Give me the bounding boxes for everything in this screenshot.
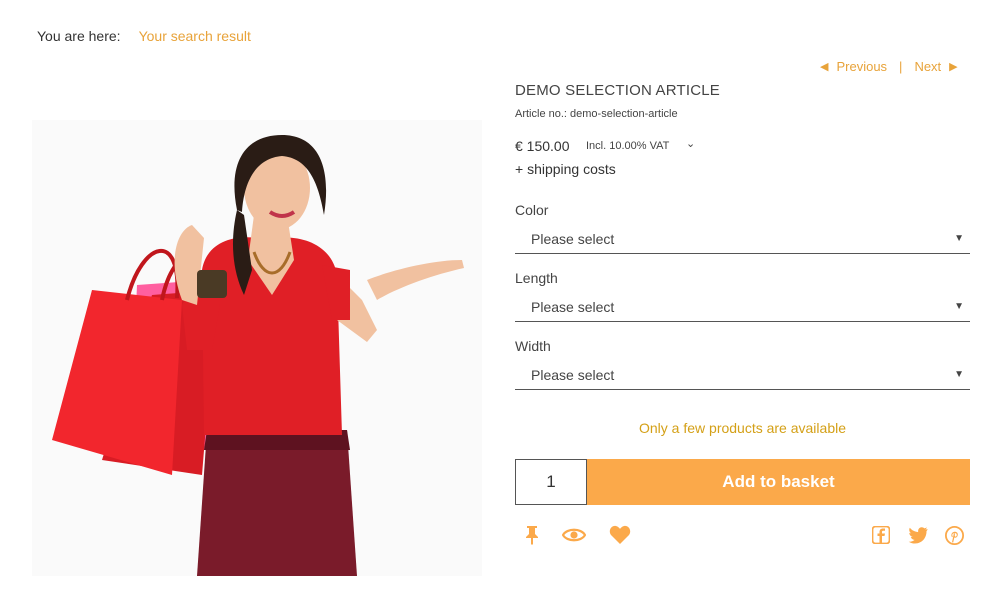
woman-with-shopping-bags-illustration — [32, 120, 482, 576]
chevron-down-icon[interactable]: ⌄ — [686, 137, 695, 150]
twitter-icon[interactable] — [906, 523, 930, 547]
caret-down-icon: ▼ — [954, 233, 964, 244]
color-select-value: Please select — [531, 230, 615, 247]
next-link[interactable]: Next — [914, 59, 941, 74]
caret-down-icon: ▼ — [954, 301, 964, 312]
length-select-value: Please select — [531, 298, 615, 315]
next-arrow-icon[interactable]: ▶ — [949, 60, 957, 73]
product-title: DEMO SELECTION ARTICLE — [515, 82, 721, 99]
width-select[interactable]: Please select ▼ — [515, 360, 970, 390]
bracelet-shape — [197, 270, 227, 298]
article-pager: ◀ Previous | Next ▶ — [812, 59, 966, 74]
breadcrumb-label: You are here: — [37, 28, 121, 44]
breadcrumb-current-link[interactable]: Your search result — [139, 28, 251, 44]
facebook-icon[interactable] — [869, 523, 893, 547]
product-image[interactable] — [32, 120, 482, 576]
width-select-value: Please select — [531, 366, 615, 383]
pin-icon[interactable] — [520, 523, 544, 547]
add-to-basket-button[interactable]: Add to basket — [587, 459, 970, 505]
color-label: Color — [515, 202, 549, 218]
article-number: Article no.: demo-selection-article — [515, 108, 678, 120]
breadcrumb: You are here: Your search result — [37, 28, 251, 44]
eye-icon[interactable] — [562, 523, 586, 547]
length-select[interactable]: Please select ▼ — [515, 292, 970, 322]
heart-icon[interactable] — [608, 523, 632, 547]
product-price: € 150.00 — [515, 138, 570, 154]
quantity-input[interactable]: 1 — [515, 459, 587, 505]
width-label: Width — [515, 338, 551, 354]
availability-notice: Only a few products are available — [639, 420, 846, 436]
vat-info: Incl. 10.00% VAT — [586, 140, 670, 152]
length-label: Length — [515, 270, 558, 286]
shipping-costs-link[interactable]: + shipping costs — [515, 161, 616, 177]
pinterest-icon[interactable] — [942, 523, 966, 547]
previous-link[interactable]: Previous — [836, 59, 887, 74]
pager-separator: | — [899, 59, 903, 74]
previous-arrow-icon[interactable]: ◀ — [820, 60, 828, 73]
caret-down-icon: ▼ — [954, 369, 964, 380]
color-select[interactable]: Please select ▼ — [515, 224, 970, 254]
